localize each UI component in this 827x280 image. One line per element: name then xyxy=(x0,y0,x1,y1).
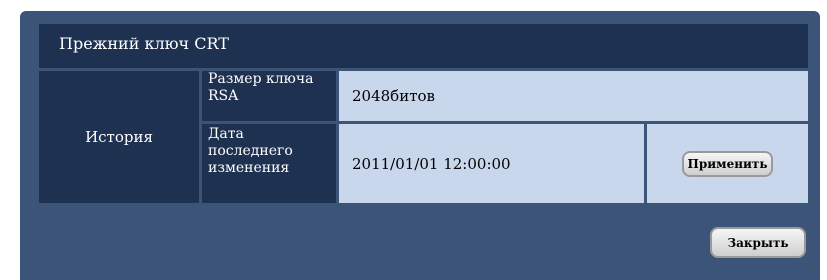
last-modified-label-text: Дата последнего изменения xyxy=(208,126,293,176)
panel-title: Прежний ключ CRT xyxy=(39,24,808,68)
settings-panel: Прежний ключ CRT История Размер ключа RS… xyxy=(20,11,820,280)
rsa-key-size-value: 2048битов xyxy=(339,71,808,121)
apply-button-cell: Применить xyxy=(647,124,808,203)
rsa-key-size-value-text: 2048битов xyxy=(352,87,435,105)
last-modified-value-text: 2011/01/01 12:00:00 xyxy=(352,154,511,173)
history-label-text: История xyxy=(85,128,153,146)
rsa-key-size-label: Размер ключа RSA xyxy=(202,71,336,121)
history-label: История xyxy=(39,71,199,203)
last-modified-label: Дата последнего изменения xyxy=(202,124,336,203)
rsa-key-size-label-text: Размер ключа RSA xyxy=(208,71,314,104)
apply-button[interactable]: Применить xyxy=(681,150,774,177)
last-modified-value: 2011/01/01 12:00:00 xyxy=(339,124,644,203)
close-button[interactable]: Закрыть xyxy=(710,227,806,258)
